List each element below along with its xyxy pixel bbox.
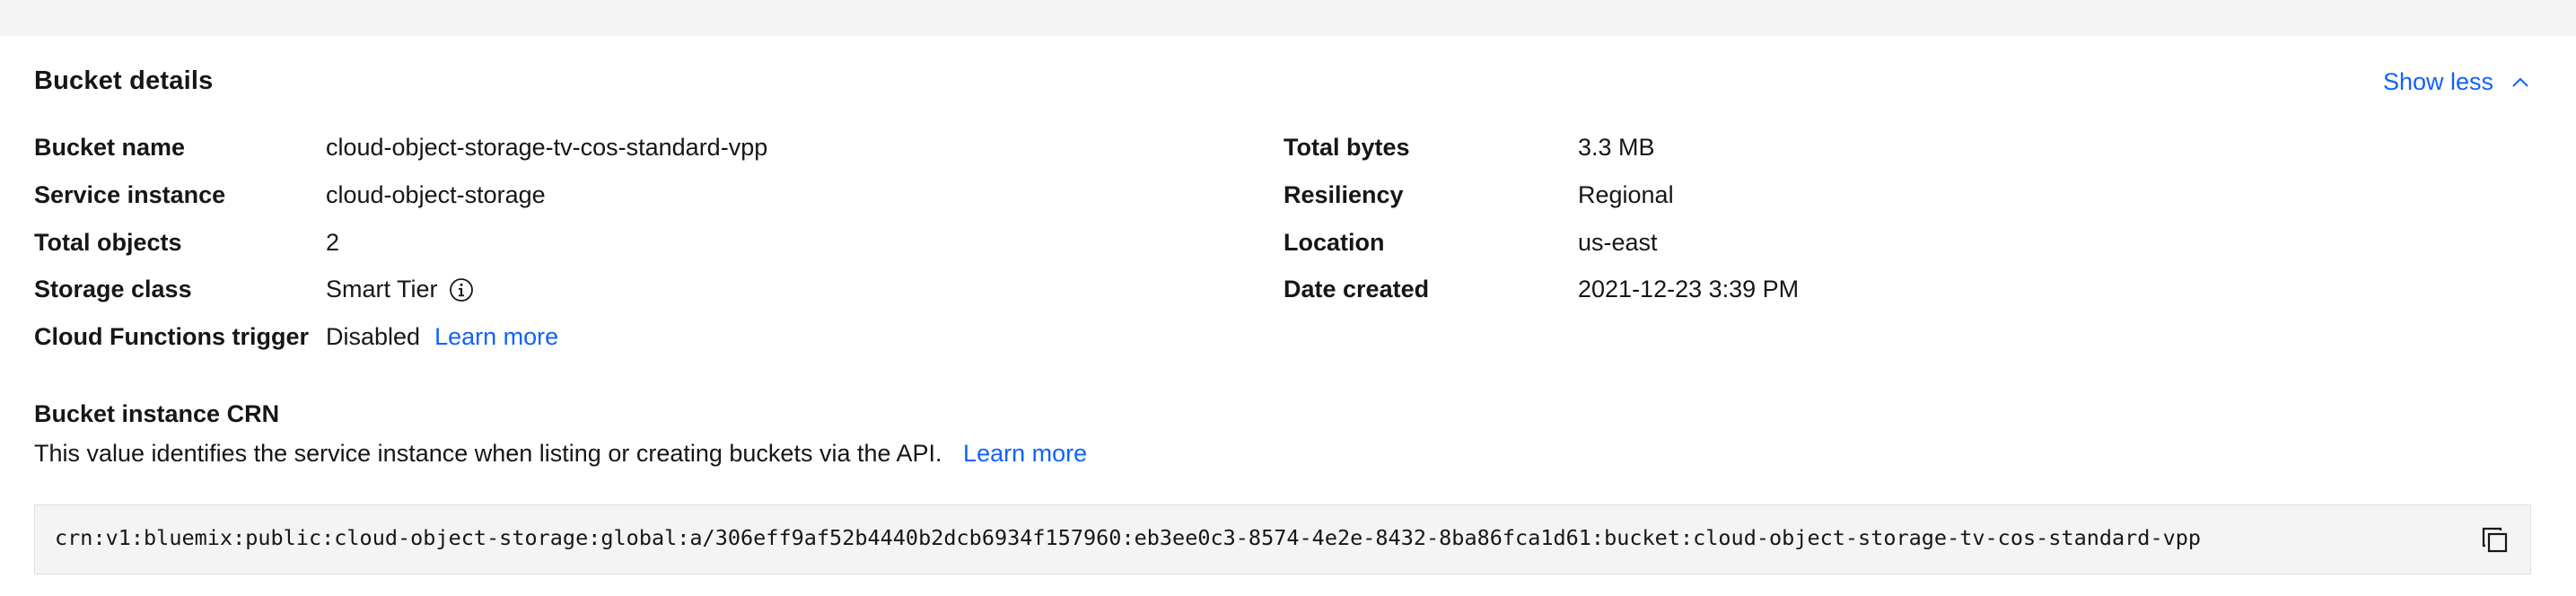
crn-title: Bucket instance CRN: [34, 400, 280, 427]
detail-value: 3.3 MB: [1578, 134, 1655, 161]
detail-label: Total objects: [34, 229, 182, 256]
detail-value: cloud-object-storage: [326, 181, 546, 208]
detail-label: Resiliency: [1284, 181, 1404, 208]
crn-code-snippet: crn:v1:bluemix:public:cloud-object-stora…: [34, 504, 2531, 574]
detail-label: Cloud Functions trigger: [34, 323, 309, 350]
learn-more-link[interactable]: Learn more: [434, 323, 558, 351]
detail-label: Storage class: [34, 276, 192, 302]
detail-value: Disabled: [326, 323, 421, 350]
show-less-label: Show less: [2382, 68, 2493, 95]
show-less-button[interactable]: Show less: [2383, 68, 2531, 96]
detail-value: us-east: [1578, 229, 1658, 256]
detail-label: Bucket name: [34, 134, 186, 161]
detail-value-wrap: Disabled Learn more: [326, 323, 558, 351]
info-icon[interactable]: [449, 277, 474, 302]
bucket-details-panel: Bucket details Show less Bucket name clo…: [0, 36, 2576, 596]
detail-value: 2: [326, 229, 340, 256]
detail-value-wrap: Smart Tier: [326, 276, 474, 303]
learn-more-link[interactable]: Learn more: [963, 440, 1087, 467]
crn-description: This value identifies the service instan…: [34, 440, 1087, 468]
detail-value: Regional: [1578, 181, 1674, 208]
crn-description-text: This value identifies the service instan…: [34, 440, 942, 467]
detail-value: cloud-object-storage-tv-cos-standard-vpp: [326, 134, 768, 161]
detail-label: Location: [1284, 229, 1385, 256]
chevron-up-icon: [2512, 77, 2528, 87]
detail-label: Total bytes: [1284, 134, 1410, 161]
detail-label: Date created: [1284, 276, 1430, 302]
copy-icon[interactable]: [2480, 525, 2510, 556]
detail-value: Smart Tier: [326, 276, 438, 302]
crn-value[interactable]: crn:v1:bluemix:public:cloud-object-stora…: [55, 525, 2201, 550]
detail-label: Service instance: [34, 181, 226, 208]
panel-title: Bucket details: [34, 66, 214, 95]
detail-value: 2021-12-23 3:39 PM: [1578, 276, 1800, 302]
